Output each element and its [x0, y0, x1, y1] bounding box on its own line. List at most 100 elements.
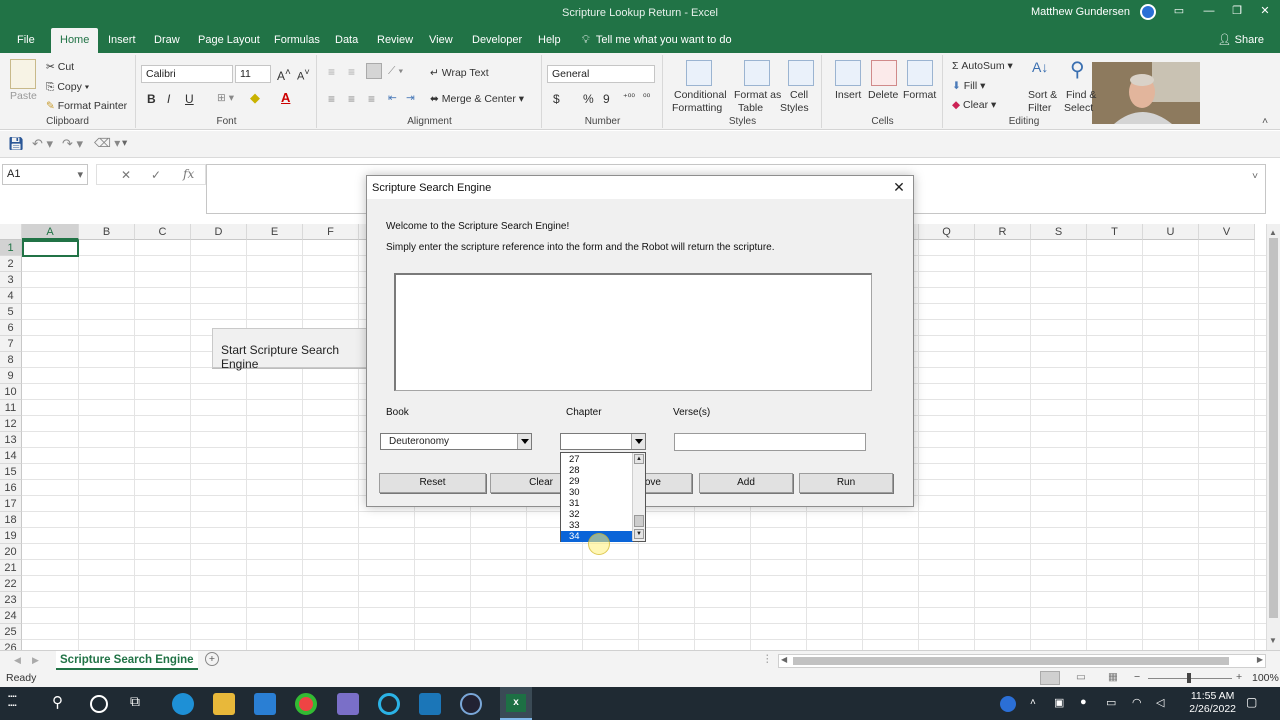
- close-window-button[interactable]: ✕: [1252, 3, 1278, 19]
- borders-icon[interactable]: ⊞ ▾: [217, 92, 234, 104]
- chapter-option[interactable]: 30: [561, 487, 633, 498]
- task-view-icon[interactable]: ⧉: [130, 693, 152, 715]
- align-left-icon[interactable]: ≡: [328, 92, 335, 106]
- italic-button[interactable]: I: [167, 92, 170, 106]
- row-header-21[interactable]: 21: [0, 560, 22, 576]
- add-sheet-icon[interactable]: +: [205, 652, 219, 666]
- wifi-icon[interactable]: ◠: [1132, 696, 1146, 718]
- insert-cells-button[interactable]: Insert: [835, 89, 861, 101]
- row-header-13[interactable]: 13: [0, 432, 22, 448]
- row-header-19[interactable]: 19: [0, 528, 22, 544]
- row-header-14[interactable]: 14: [0, 448, 22, 464]
- format-painter-button[interactable]: ✎ Format Painter: [46, 100, 127, 112]
- column-header-s[interactable]: S: [1031, 224, 1087, 240]
- cell-styles-line2[interactable]: Styles: [780, 102, 809, 114]
- conditional-formatting-icon[interactable]: [686, 60, 712, 86]
- indent-increase-icon[interactable]: ⇥: [406, 92, 415, 104]
- chapter-option[interactable]: 32: [561, 509, 633, 520]
- column-header-d[interactable]: D: [191, 224, 247, 240]
- find-select-line2[interactable]: Select: [1064, 102, 1093, 114]
- sway-icon[interactable]: [419, 693, 441, 715]
- column-header-f[interactable]: F: [303, 224, 359, 240]
- minimize-button[interactable]: —: [1196, 3, 1222, 19]
- row-header-18[interactable]: 18: [0, 512, 22, 528]
- zoom-slider-thumb[interactable]: [1187, 673, 1191, 683]
- indent-decrease-icon[interactable]: ⇤: [388, 92, 397, 104]
- clear-button[interactable]: ◆ Clear ▾: [952, 99, 996, 111]
- page-break-view-icon[interactable]: ▦: [1108, 671, 1118, 683]
- delete-cells-icon[interactable]: [871, 60, 897, 86]
- font-size-select[interactable]: 11: [235, 65, 271, 83]
- excel-taskbar-button[interactable]: x: [500, 687, 532, 720]
- align-center-icon[interactable]: ≡: [348, 92, 355, 106]
- magnifier-icon[interactable]: ⚲: [1070, 57, 1085, 82]
- select-all-corner[interactable]: [0, 224, 22, 240]
- row-header-24[interactable]: 24: [0, 608, 22, 624]
- chapter-option[interactable]: 28: [561, 465, 633, 476]
- scroll-up-icon[interactable]: ▲: [1269, 228, 1277, 237]
- wrap-text-button[interactable]: ↵ Wrap Text: [430, 67, 489, 79]
- column-header-q[interactable]: Q: [919, 224, 975, 240]
- decrease-decimal-icon[interactable]: ⁰⁰: [643, 92, 650, 103]
- collapse-ribbon-icon[interactable]: ˄: [1262, 115, 1268, 127]
- normal-view-icon[interactable]: [1040, 671, 1060, 685]
- tab-draw[interactable]: Draw: [146, 28, 188, 53]
- tray-user-icon[interactable]: [1000, 696, 1016, 712]
- tray-mic-icon[interactable]: ●: [1080, 696, 1094, 718]
- row-header-16[interactable]: 16: [0, 480, 22, 496]
- row-header-2[interactable]: 2: [0, 256, 22, 272]
- tab-home[interactable]: Home: [51, 28, 99, 53]
- tray-monitor-icon[interactable]: ▭: [1106, 696, 1120, 718]
- horizontal-scroll-thumb[interactable]: [793, 657, 1229, 665]
- row-header-1[interactable]: 1: [0, 240, 22, 256]
- clear-formats-icon[interactable]: ⌫ ▾: [94, 136, 120, 150]
- row-header-4[interactable]: 4: [0, 288, 22, 304]
- next-sheet-icon[interactable]: ▶: [32, 655, 39, 666]
- book-combobox[interactable]: Deuteronomy: [380, 433, 532, 450]
- calculator-icon[interactable]: [337, 693, 359, 715]
- page-layout-view-icon[interactable]: ▭: [1076, 671, 1086, 683]
- tray-expand-icon[interactable]: ˄: [1030, 697, 1044, 719]
- prev-sheet-icon[interactable]: ◀: [14, 655, 21, 666]
- font-color-icon[interactable]: A: [281, 90, 290, 105]
- split-handle-icon[interactable]: ⋮: [762, 653, 773, 665]
- tab-formulas[interactable]: Formulas: [266, 28, 328, 53]
- row-header-20[interactable]: 20: [0, 544, 22, 560]
- zoom-in-icon[interactable]: +: [1236, 671, 1242, 683]
- notifications-icon[interactable]: ▢: [1246, 695, 1262, 717]
- insert-function-icon[interactable]: fx: [183, 167, 194, 181]
- autosum-button[interactable]: Σ AutoSum ▾: [952, 60, 1013, 72]
- scripture-result-box[interactable]: [394, 273, 872, 391]
- paste-button[interactable]: Paste: [10, 90, 37, 102]
- row-header-11[interactable]: 11: [0, 400, 22, 416]
- row-header-25[interactable]: 25: [0, 624, 22, 640]
- ribbon-display-options-icon[interactable]: ▭: [1166, 3, 1192, 19]
- decrease-font-icon[interactable]: A˅: [297, 67, 310, 83]
- enter-icon[interactable]: ✓: [151, 168, 161, 182]
- column-header-v[interactable]: V: [1199, 224, 1255, 240]
- column-header-u[interactable]: U: [1143, 224, 1199, 240]
- format-as-table-line2[interactable]: Table: [738, 102, 763, 114]
- sort-filter-icon[interactable]: A↓: [1032, 59, 1048, 75]
- row-header-9[interactable]: 9: [0, 368, 22, 384]
- column-header-t[interactable]: T: [1087, 224, 1143, 240]
- system-clock[interactable]: 11:55 AM 2/26/2022: [1189, 690, 1236, 716]
- horizontal-scrollbar[interactable]: ◀ ▶: [778, 654, 1266, 668]
- copy-button[interactable]: ⎘ Copy ▾: [46, 81, 89, 94]
- tab-view[interactable]: View: [421, 28, 461, 53]
- cell-styles-line1[interactable]: Cell: [790, 89, 808, 101]
- tell-me-search[interactable]: 💡︎ Tell me what you want to do: [582, 28, 732, 53]
- zoom-level[interactable]: 100%: [1252, 672, 1279, 684]
- align-bottom-icon[interactable]: [366, 63, 382, 79]
- file-explorer-icon[interactable]: [213, 693, 235, 715]
- chapter-option[interactable]: 31: [561, 498, 633, 509]
- comma-button[interactable]: 9: [603, 92, 610, 106]
- expand-formula-bar-icon[interactable]: ˅: [1252, 170, 1258, 182]
- run-button[interactable]: Run: [799, 473, 893, 493]
- bold-button[interactable]: B: [147, 92, 156, 106]
- tab-insert[interactable]: Insert: [100, 28, 144, 53]
- user-avatar-icon[interactable]: [1140, 4, 1156, 20]
- insert-cells-icon[interactable]: [835, 60, 861, 86]
- currency-button[interactable]: $: [553, 92, 560, 106]
- tab-file[interactable]: File: [9, 28, 43, 53]
